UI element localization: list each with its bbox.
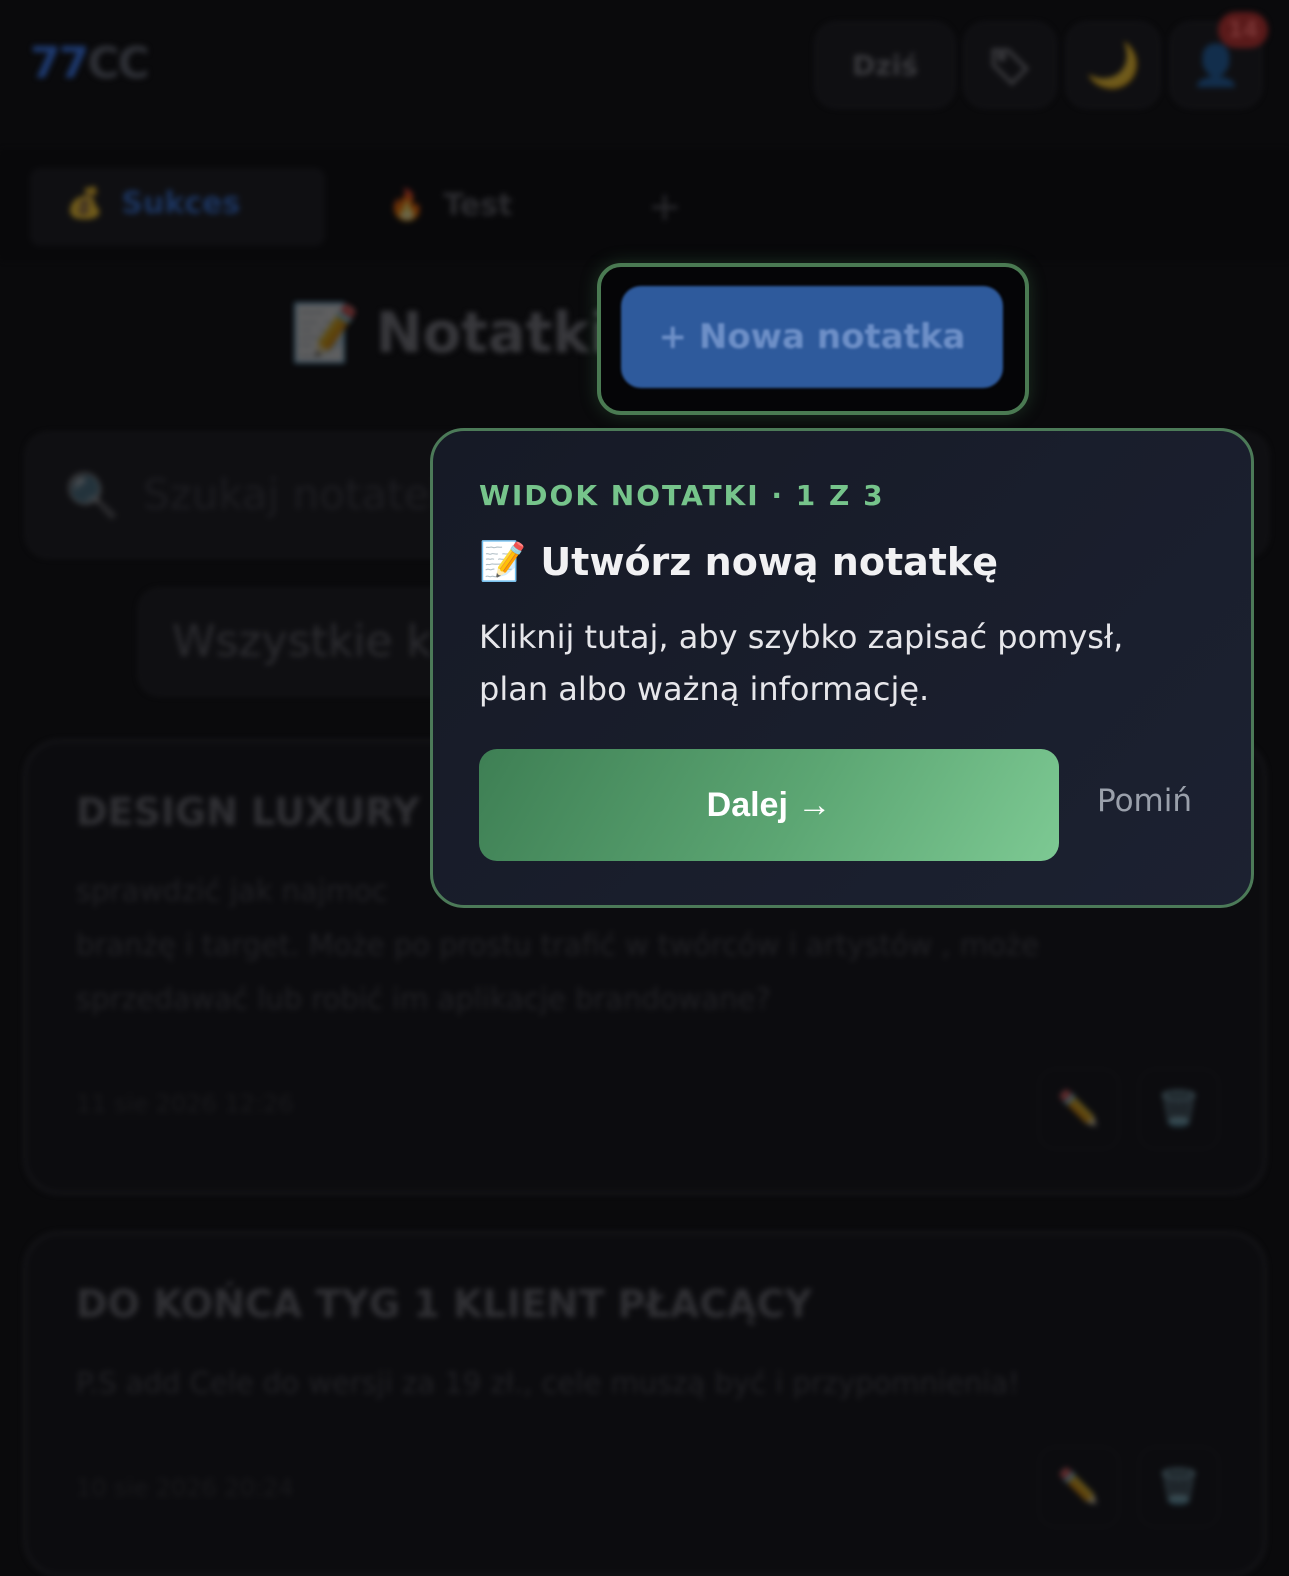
search-icon: 🔍 <box>65 471 120 522</box>
tour-step-label: WIDOK NOTATKI · 1 Z 3 <box>479 479 885 512</box>
tag-icon <box>991 48 1030 86</box>
tour-popover: WIDOK NOTATKI · 1 Z 3 📝 Utwórz nową nota… <box>430 428 1254 908</box>
note-date: 10 sie 2026 20:24 <box>76 1474 294 1502</box>
memo-icon: 📝 <box>479 539 527 583</box>
note-body: P.S add Cele do wersji za 19 zł., cele m… <box>76 1366 1020 1400</box>
tour-next-button[interactable]: Dalej → <box>479 749 1059 861</box>
tab-sukces-label: 💰 Sukces <box>66 186 241 221</box>
today-label: Dziś <box>852 48 918 82</box>
note-date: 11 sie 2026 12:26 <box>76 1090 294 1118</box>
page-title: 📝 Notatki <box>290 300 609 367</box>
tour-skip-button[interactable]: Pomiń <box>1097 783 1192 819</box>
tour-title: 📝 Utwórz nową notatkę <box>479 539 998 584</box>
new-note-button[interactable]: + Nowa notatka <box>621 286 1003 388</box>
app-logo: 77CC <box>30 38 150 89</box>
tab-test[interactable]: 🔥 Test <box>388 188 512 223</box>
moon-icon: 🌙 <box>1085 40 1141 91</box>
user-icon: 👤 <box>1191 42 1241 89</box>
trash-icon: 🗑️ <box>1157 1089 1201 1129</box>
trash-icon: 🗑️ <box>1157 1467 1201 1507</box>
theme-toggle-button[interactable]: 🌙 <box>1066 22 1160 108</box>
search-placeholder: Szukaj notatek <box>143 470 454 519</box>
note-title: DESIGN LUXURY <box>76 790 420 834</box>
pencil-icon: ✏️ <box>1057 1089 1101 1129</box>
tags-button[interactable] <box>964 22 1056 108</box>
category-filter-value: Wszystkie k <box>172 616 432 667</box>
edit-note-button[interactable]: ✏️ <box>1038 1068 1120 1150</box>
note-card[interactable]: DO KOŃCA TYG 1 KLIENT PŁACĄCY P.S add Ce… <box>24 1232 1266 1576</box>
notification-badge: 14 <box>1218 12 1268 48</box>
tour-description: Kliknij tutaj, aby szybko zapisać pomysł… <box>479 618 1124 708</box>
delete-note-button[interactable]: 🗑️ <box>1138 1068 1220 1150</box>
add-tab-button[interactable]: + <box>648 184 682 230</box>
today-button[interactable]: Dziś <box>815 22 955 108</box>
note-title: DO KOŃCA TYG 1 KLIENT PŁACĄCY <box>76 1282 813 1326</box>
pencil-icon: ✏️ <box>1057 1467 1101 1507</box>
